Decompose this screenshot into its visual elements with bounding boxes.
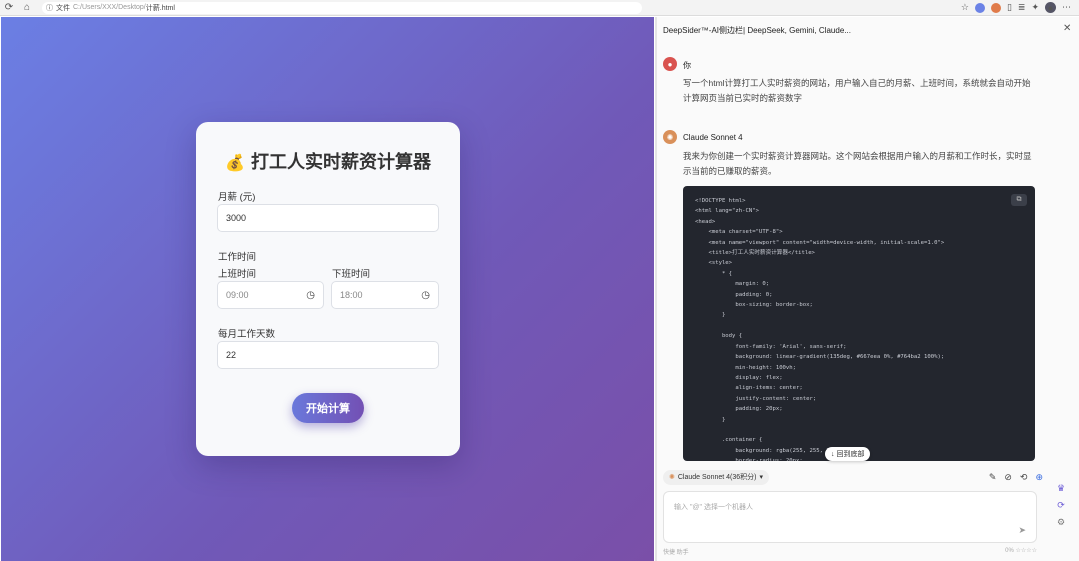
sidebar-rail: ♛ ⟳ ⚙ xyxy=(1052,483,1070,528)
extension-icon[interactable] xyxy=(990,2,1001,13)
profile-avatar[interactable]: ● xyxy=(1045,2,1056,13)
settings-icon[interactable]: ⚙ xyxy=(1057,517,1065,528)
new-chat-icon[interactable]: ⊕ xyxy=(1035,472,1043,483)
webpage-viewport: 💰 打工人实时薪资计算器 月薪 (元) 3000 工作时间 上班时间 下班时间 0… xyxy=(1,17,654,561)
bot-message: 我来为你创建一个实时薪资计算器网站。这个网站会根据用户输入的月薪和工作时长，实时… xyxy=(683,151,1032,176)
home-icon[interactable]: ⌂ xyxy=(18,2,36,13)
favorites-icon[interactable]: ≣ xyxy=(1018,2,1026,13)
model-toolbar: ✺ Claude Sonnet 4(36积分) ▾ ✎ ⊘ ⟲ ⊕ xyxy=(663,469,1043,485)
copy-icon[interactable]: ⧉ xyxy=(1011,194,1027,206)
start-time-label: 上班时间 xyxy=(218,269,257,280)
model-selector[interactable]: ✺ Claude Sonnet 4(36积分) ▾ xyxy=(663,469,769,485)
end-time-label: 下班时间 xyxy=(332,269,371,280)
chat-input[interactable]: 输入 "@" 选择一个机器人 ➤ xyxy=(663,491,1037,543)
address-path: C:/Users/XXX/Desktop/ xyxy=(73,4,146,11)
back-to-bottom-button[interactable]: ↓ 回到底部 xyxy=(825,447,871,461)
edit-icon[interactable]: ✎ xyxy=(989,472,997,483)
browser-toolbar: ⟳ ⌂ ⓘ 文件 C:/Users/XXX/Desktop/ 计薪.html ☆… xyxy=(0,0,1079,16)
address-bar[interactable]: ⓘ 文件 C:/Users/XXX/Desktop/ 计薪.html xyxy=(42,1,642,14)
close-icon[interactable]: ✕ xyxy=(1063,23,1071,34)
ai-sidebar: DeepSider™-AI侧边栏| DeepSeek, Gemini, Clau… xyxy=(657,17,1079,561)
clock-icon[interactable]: ◷ xyxy=(421,290,430,301)
refresh-icon[interactable]: ⟳ xyxy=(1057,500,1065,511)
work-time-label: 工作时间 xyxy=(218,252,257,263)
claude-avatar: ✺ xyxy=(663,130,677,144)
address-prefix: 文件 xyxy=(56,4,70,12)
gift-icon[interactable]: ♛ xyxy=(1057,483,1065,494)
extension-icon[interactable] xyxy=(974,2,985,13)
salary-input[interactable]: 3000 xyxy=(217,204,439,232)
user-message: 写一个html计算打工人实时薪资的网站，用户输入自己的月薪、上班时间，系统就会自… xyxy=(683,78,1031,103)
extensions-icon[interactable]: ✦ xyxy=(1031,2,1039,13)
page-title: 💰 打工人实时薪资计算器 xyxy=(225,152,431,172)
sidebar-footer: 快捷 助手 0% ☆☆☆☆ xyxy=(663,548,1037,556)
reload-icon[interactable]: ⟳ xyxy=(0,2,18,13)
address-file: 计薪.html xyxy=(145,4,175,12)
info-icon: ⓘ xyxy=(46,4,53,12)
claude-icon: ✺ xyxy=(669,474,675,481)
work-days-label: 每月工作天数 xyxy=(218,329,276,340)
more-icon[interactable]: ⋯ xyxy=(1062,2,1071,13)
start-calculate-button[interactable]: 开始计算 xyxy=(292,393,364,423)
user-avatar: ● xyxy=(663,57,677,71)
calculator-card: 💰 打工人实时薪资计算器 月薪 (元) 3000 工作时间 上班时间 下班时间 0… xyxy=(196,122,460,456)
star-icon[interactable]: ☆ xyxy=(961,2,969,13)
code-block: <!DOCTYPE html> <html lang="zh-CN"> <hea… xyxy=(683,186,1035,461)
chat-input-placeholder: 输入 "@" 选择一个机器人 xyxy=(674,504,753,511)
money-bag-icon: 💰 xyxy=(225,155,245,172)
end-time-input[interactable]: 18:00 ◷ xyxy=(331,281,439,309)
start-time-input[interactable]: 09:00 ◷ xyxy=(217,281,324,309)
split-screen-icon[interactable]: ▯ xyxy=(1007,2,1012,13)
user-name: 你 xyxy=(683,61,691,70)
work-days-input[interactable]: 22 xyxy=(217,341,439,369)
bot-name: Claude Sonnet 4 xyxy=(683,133,743,142)
salary-label: 月薪 (元) xyxy=(218,192,256,203)
send-icon[interactable]: ➤ xyxy=(1018,525,1026,536)
chevron-down-icon: ▾ xyxy=(759,474,763,481)
attach-icon[interactable]: ⊘ xyxy=(1004,472,1012,483)
sidebar-title: DeepSider™-AI侧边栏| DeepSeek, Gemini, Clau… xyxy=(663,26,851,35)
history-icon[interactable]: ⟲ xyxy=(1020,472,1028,483)
clock-icon[interactable]: ◷ xyxy=(306,290,315,301)
code-content: <!DOCTYPE html> <html lang="zh-CN"> <hea… xyxy=(695,198,945,461)
